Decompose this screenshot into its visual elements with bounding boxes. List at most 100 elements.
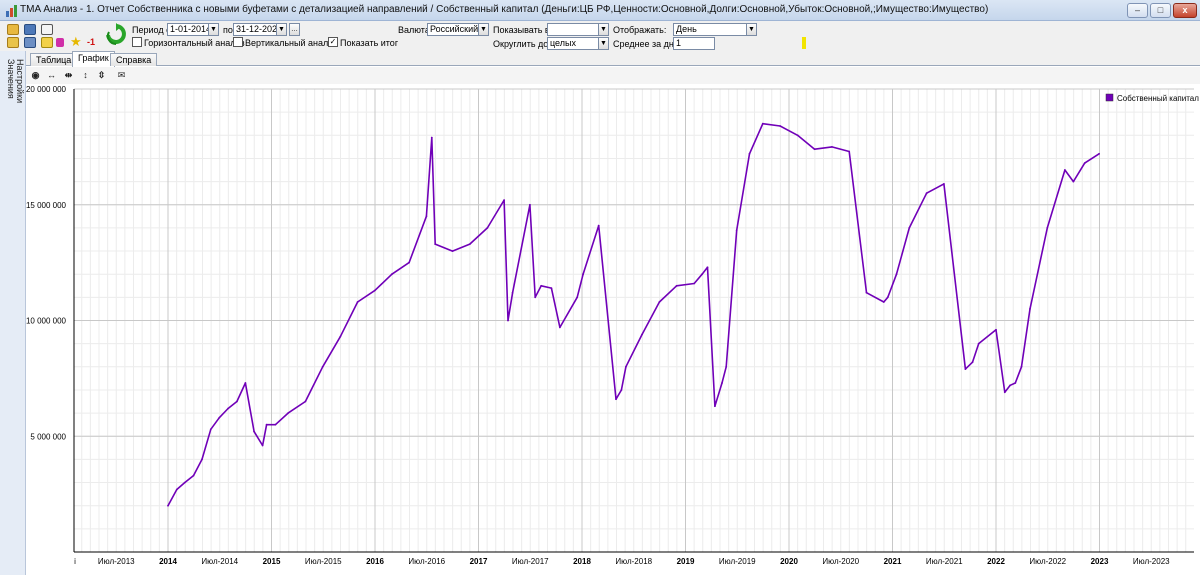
round-to-label: Округлить до: [493, 39, 551, 49]
x-tick-label: 2022 [987, 557, 1005, 566]
period-more-button[interactable]: … [289, 23, 300, 36]
data-point [274, 423, 277, 426]
data-point [615, 398, 617, 401]
data-point [865, 291, 868, 294]
badge-minus-one[interactable]: -1 [87, 37, 95, 47]
data-point [748, 152, 751, 155]
data-point [908, 227, 911, 229]
data-point [1046, 227, 1049, 229]
data-point [339, 335, 342, 338]
data-point [529, 203, 531, 206]
avg-days-input[interactable]: 1 [673, 37, 715, 50]
minimize-button[interactable]: – [1127, 3, 1148, 18]
y-tick-label: 20 000 000 [26, 85, 67, 94]
data-point [253, 430, 256, 433]
tab-help[interactable]: Справка [110, 53, 158, 66]
values-tab[interactable]: Значения [6, 59, 16, 99]
data-point [183, 481, 186, 484]
maximize-button[interactable]: □ [1150, 3, 1171, 18]
show-in-dropdown[interactable]: ▼ [598, 23, 609, 36]
currency-select[interactable]: Российский ру [427, 23, 479, 36]
data-point [971, 361, 974, 364]
chart-area: 5 000 000 10 000 000 15 000 000 20 000 000 И… [26, 84, 1200, 575]
horizontal-analysis-checkbox[interactable] [132, 37, 142, 47]
star-icon[interactable]: ★ [70, 35, 82, 48]
currency-dropdown[interactable]: ▼ [478, 23, 489, 36]
x-tick-label: 2017 [470, 557, 488, 566]
copy-icon[interactable] [24, 37, 36, 48]
eye-icon[interactable]: ◉ [30, 70, 41, 81]
y-tick-label: 15 000 000 [26, 201, 67, 210]
data-point [534, 296, 537, 299]
data-point [321, 365, 324, 368]
data-point [1083, 162, 1086, 164]
period-from-input[interactable]: 1-01-2014 [167, 23, 209, 36]
data-point [391, 273, 393, 276]
x-tick-label: Июл-2021 [926, 557, 963, 566]
y-tick-label: 10 000 000 [26, 317, 67, 326]
show-in-select[interactable] [547, 23, 599, 36]
cube-icon[interactable] [56, 38, 64, 47]
tab-table[interactable]: Таблица [30, 53, 78, 66]
data-point [192, 474, 195, 477]
close-button[interactable]: x [1173, 3, 1197, 18]
shrink-horizontal-icon[interactable]: ⇹ [63, 70, 74, 81]
open-folder-icon[interactable] [7, 24, 19, 35]
data-point [725, 365, 728, 368]
data-point [943, 183, 945, 185]
stretch-vertical-icon[interactable]: ↕ [80, 70, 91, 81]
data-point [1020, 365, 1023, 368]
x-tick-label: 2019 [677, 557, 695, 566]
data-point [1072, 180, 1075, 183]
period-to-input[interactable]: 31-12-2022 [233, 23, 277, 36]
data-point [576, 296, 579, 299]
data-point [408, 261, 410, 264]
data-point [425, 215, 428, 218]
data-point [779, 125, 781, 127]
data-point [287, 412, 289, 414]
round-to-dropdown[interactable]: ▼ [598, 37, 609, 50]
display-dropdown[interactable]: ▼ [746, 23, 757, 36]
open-report-icon[interactable] [7, 37, 19, 48]
x-tick-label: Июл-2016 [408, 557, 445, 566]
x-tick-label: Июл-2022 [1029, 557, 1066, 566]
x-tick-label: Июл-2023 [1133, 557, 1170, 566]
tab-chart[interactable]: График [72, 51, 115, 67]
round-to-select[interactable]: целых [547, 37, 599, 50]
stretch-horizontal-icon[interactable]: ↔ [46, 70, 57, 81]
data-point [675, 284, 678, 287]
display-select[interactable]: День [673, 23, 747, 36]
data-point [503, 199, 505, 201]
x-tick-label: 2020 [780, 557, 798, 566]
data-point [721, 382, 723, 384]
data-point [658, 301, 661, 303]
show-total-checkbox[interactable]: ✓ [328, 37, 338, 47]
data-point [977, 342, 980, 345]
x-tick-label: Июл-2013 [98, 557, 135, 566]
period-to-dropdown[interactable]: ▼ [276, 23, 287, 36]
shrink-vertical-icon[interactable]: ⇳ [96, 70, 107, 81]
period-to-label: по [223, 25, 233, 35]
folder-icon[interactable] [41, 37, 53, 48]
data-point [735, 229, 738, 232]
data-point [175, 488, 178, 491]
yellow-marker [802, 37, 806, 49]
vertical-analysis-checkbox[interactable] [233, 37, 243, 47]
data-point [831, 146, 833, 148]
period-from-dropdown[interactable]: ▼ [208, 23, 219, 36]
x-tick-label: 2023 [1091, 557, 1109, 566]
y-tick-label: 5 000 000 [30, 432, 66, 441]
save-icon[interactable] [24, 24, 36, 35]
data-point [265, 423, 268, 426]
view-tabs: Таблица График Справка [26, 51, 1200, 67]
data-point [701, 273, 703, 276]
data-point [796, 134, 799, 137]
chart-toolbar: ◉ ↔ ⇹ ↕ ⇳ ✉ [26, 67, 1200, 84]
mail-chart-icon[interactable]: ✉ [116, 70, 127, 81]
refresh-icon[interactable] [105, 23, 127, 47]
mail-icon[interactable] [41, 24, 53, 35]
side-tabs[interactable]: Настройки Значения [6, 59, 25, 103]
data-point [1098, 152, 1100, 155]
data-point [167, 504, 169, 507]
settings-tab[interactable]: Настройки [15, 59, 25, 103]
